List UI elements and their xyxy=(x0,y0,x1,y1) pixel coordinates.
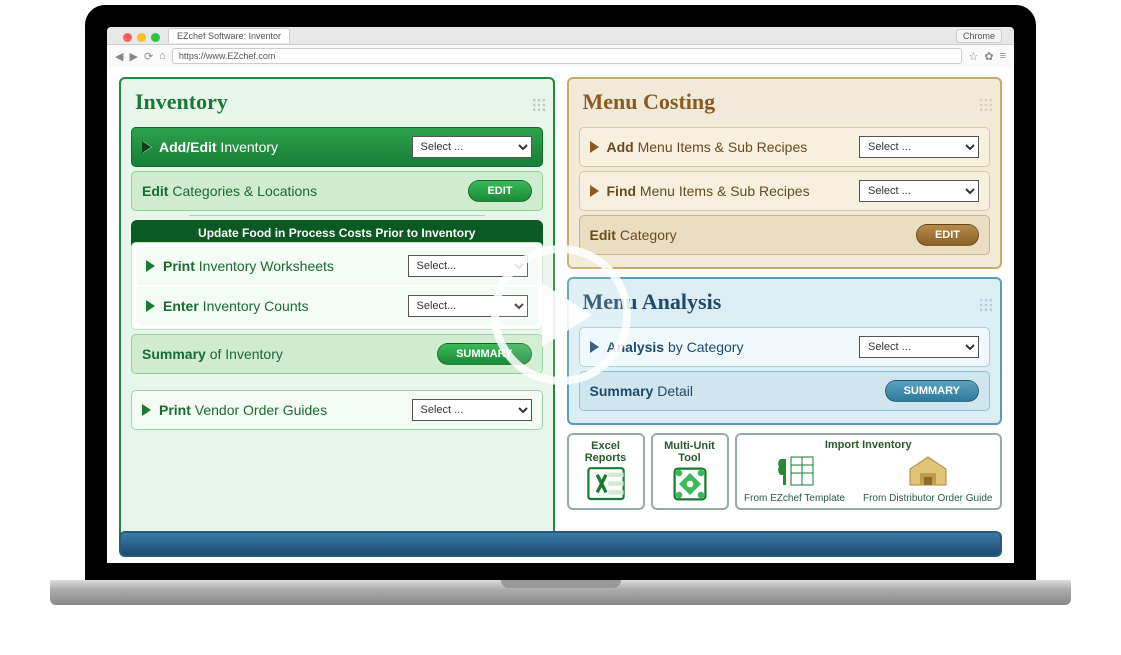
print-worksheets-row: Print Inventory Worksheets Select... xyxy=(136,247,538,285)
summary-inventory-label: Summary of Inventory xyxy=(142,346,283,362)
play-icon xyxy=(590,141,599,153)
browser-chrome: EZchef Software: Inventor Chrome ◀ ▶ ⟳ ⌂… xyxy=(107,27,1014,67)
address-bar[interactable]: https://www.EZchef.com xyxy=(172,48,963,64)
import-inventory-card: Import Inventory From EZchef Template xyxy=(735,433,1003,510)
enter-counts-label: Enter Inventory Counts xyxy=(163,298,309,314)
browser-name-badge: Chrome xyxy=(956,29,1002,43)
bookmark-icon[interactable]: ☆ xyxy=(968,50,978,63)
analysis-by-category-select[interactable]: Select ... xyxy=(859,336,979,358)
menu-analysis-panel: Menu Analysis Analysis by Category Selec… xyxy=(567,277,1003,425)
play-video-button[interactable] xyxy=(491,245,631,385)
menu-costing-title: Menu Costing xyxy=(577,85,722,123)
home-icon[interactable]: ⌂ xyxy=(159,50,166,62)
excel-icon xyxy=(584,466,628,502)
edit-category-label: Edit Category xyxy=(590,227,677,243)
add-edit-inventory-select[interactable]: Select ... xyxy=(412,136,532,158)
tools-row: Excel Reports Multi-Unit Tool xyxy=(567,433,1003,510)
edit-category-button[interactable]: EDIT xyxy=(916,224,979,246)
app-viewport: Inventory Add/Edit Inventory Select ... … xyxy=(107,67,1014,563)
drag-handle-icon[interactable] xyxy=(980,298,992,310)
print-vendor-select[interactable]: Select ... xyxy=(412,399,532,421)
minimize-icon[interactable] xyxy=(137,33,146,42)
play-icon xyxy=(142,141,151,153)
enter-counts-row: Enter Inventory Counts Select... xyxy=(136,287,538,325)
summary-detail-row: Summary Detail SUMMARY xyxy=(579,371,991,411)
edit-categories-label: Edit Categories & Locations xyxy=(142,183,317,199)
summary-inventory-row: Summary of Inventory SUMMARY xyxy=(131,334,543,374)
forward-icon[interactable]: ▶ xyxy=(129,50,137,63)
reload-icon[interactable]: ⟳ xyxy=(144,50,153,63)
find-menu-items-label: Find Menu Items & Sub Recipes xyxy=(607,183,810,199)
print-vendor-row: Print Vendor Order Guides Select ... xyxy=(131,390,543,430)
bottom-bar xyxy=(119,531,1002,557)
browser-tab[interactable]: EZchef Software: Inventor xyxy=(168,28,290,43)
import-distributor-label: From Distributor Order Guide xyxy=(863,493,992,504)
menu-icon[interactable]: ≡ xyxy=(1000,50,1006,62)
template-icon xyxy=(773,453,817,489)
print-vendor-label: Print Vendor Order Guides xyxy=(159,402,327,418)
multi-unit-card[interactable]: Multi-Unit Tool xyxy=(651,433,729,510)
find-menu-items-row: Find Menu Items & Sub Recipes Select ... xyxy=(579,171,991,211)
edit-categories-button[interactable]: EDIT xyxy=(468,180,531,202)
excel-reports-label: Excel Reports xyxy=(575,440,637,464)
laptop-mockup: EZchef Software: Inventor Chrome ◀ ▶ ⟳ ⌂… xyxy=(50,0,1071,620)
back-icon[interactable]: ◀ xyxy=(115,50,123,63)
find-menu-items-select[interactable]: Select ... xyxy=(859,180,979,202)
settings-icon[interactable]: ✿ xyxy=(984,50,993,63)
add-menu-items-select[interactable]: Select ... xyxy=(859,136,979,158)
play-icon xyxy=(542,283,592,347)
analysis-by-category-label: Analysis by Category xyxy=(607,339,744,355)
inventory-panel: Inventory Add/Edit Inventory Select ... … xyxy=(119,77,555,553)
import-from-distributor[interactable]: From Distributor Order Guide xyxy=(863,451,992,504)
inventory-title: Inventory xyxy=(129,85,234,123)
play-icon xyxy=(590,185,599,197)
screen-bezel: EZchef Software: Inventor Chrome ◀ ▶ ⟳ ⌂… xyxy=(85,5,1036,585)
multi-unit-icon xyxy=(668,466,712,502)
add-menu-items-row: Add Menu Items & Sub Recipes Select ... xyxy=(579,127,991,167)
add-menu-items-label: Add Menu Items & Sub Recipes xyxy=(607,139,808,155)
drag-handle-icon[interactable] xyxy=(533,98,545,110)
laptop-base xyxy=(50,580,1071,605)
warehouse-icon xyxy=(906,453,950,489)
print-worksheets-label: Print Inventory Worksheets xyxy=(163,258,334,274)
add-edit-inventory-row: Add/Edit Inventory Select ... xyxy=(131,127,543,167)
import-template-label: From EZchef Template xyxy=(744,493,845,504)
add-edit-inventory-label: Add/Edit Inventory xyxy=(159,139,278,155)
multi-unit-label: Multi-Unit Tool xyxy=(659,440,721,464)
analysis-by-category-row: Analysis by Category Select ... xyxy=(579,327,991,367)
summary-detail-button[interactable]: SUMMARY xyxy=(885,380,979,402)
play-icon xyxy=(142,404,151,416)
excel-reports-card[interactable]: Excel Reports xyxy=(567,433,645,510)
edit-categories-row: Edit Categories & Locations EDIT xyxy=(131,171,543,211)
play-icon xyxy=(146,300,155,312)
window-controls xyxy=(115,27,168,44)
menu-costing-panel: Menu Costing Add Menu Items & Sub Recipe… xyxy=(567,77,1003,269)
import-inventory-title: Import Inventory xyxy=(825,439,912,451)
maximize-icon[interactable] xyxy=(151,33,160,42)
drag-handle-icon[interactable] xyxy=(980,98,992,110)
inventory-count-group: Print Inventory Worksheets Select... Ent… xyxy=(131,242,543,330)
play-icon xyxy=(146,260,155,272)
close-icon[interactable] xyxy=(123,33,132,42)
summary-detail-label: Summary Detail xyxy=(590,383,694,399)
divider xyxy=(189,215,485,216)
edit-category-row: Edit Category EDIT xyxy=(579,215,991,255)
import-from-template[interactable]: From EZchef Template xyxy=(744,451,845,504)
